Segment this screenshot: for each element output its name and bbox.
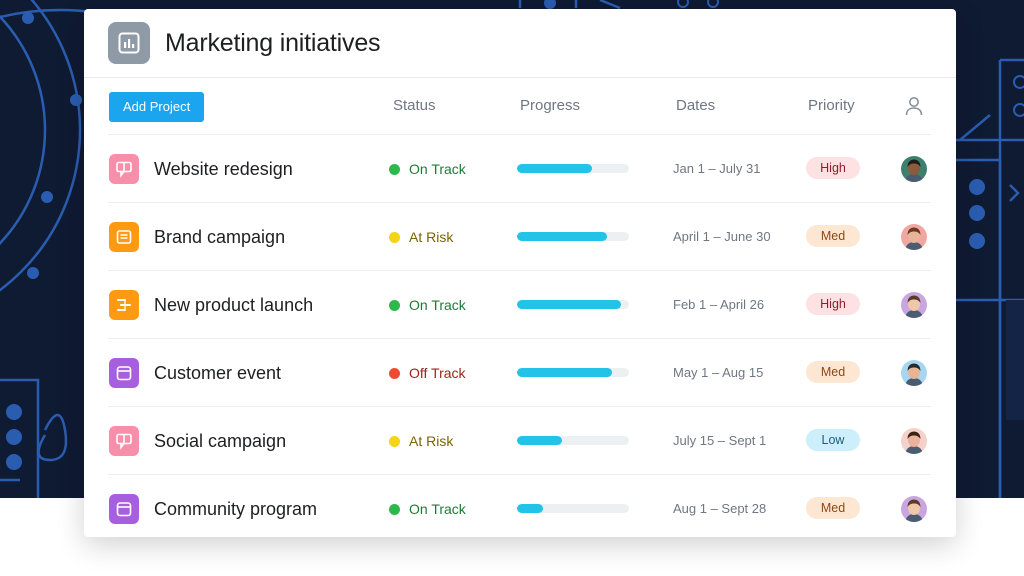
progress-fill <box>517 232 607 241</box>
status-dot <box>389 163 400 175</box>
avatar[interactable] <box>901 428 927 454</box>
progress-bar <box>517 232 629 241</box>
status-indicator[interactable]: At Risk <box>389 433 453 449</box>
table-row[interactable]: Social campaign At Risk July 15 – Sept 1… <box>108 407 931 475</box>
feedback-icon <box>109 154 139 184</box>
progress-bar <box>517 504 629 513</box>
project-card: Marketing initiatives Add Project Status… <box>84 9 956 537</box>
status-label: At Risk <box>409 433 454 449</box>
table-row[interactable]: Website redesign On Track Jan 1 – July 3… <box>108 135 931 203</box>
status-dot <box>389 503 400 515</box>
status-label: Off Track <box>409 365 466 381</box>
progress-fill <box>517 368 613 377</box>
progress-fill <box>517 164 593 173</box>
date-range[interactable]: May 1 – Aug 15 <box>673 365 763 380</box>
priority-badge[interactable]: High <box>806 293 860 315</box>
project-name[interactable]: Brand campaign <box>154 227 285 248</box>
status-dot <box>389 299 400 311</box>
avatar[interactable] <box>901 292 927 318</box>
table-header: Add Project Status Progress Dates Priori… <box>108 78 931 135</box>
table-row[interactable]: New product launch On Track Feb 1 – Apri… <box>108 271 931 339</box>
status-dot <box>389 435 400 447</box>
column-status[interactable]: Status <box>393 97 436 114</box>
person-icon[interactable] <box>905 96 923 120</box>
progress-bar <box>517 164 629 173</box>
status-dot <box>389 231 400 243</box>
priority-badge[interactable]: High <box>806 157 860 179</box>
card-header: Marketing initiatives <box>84 9 956 78</box>
date-range[interactable]: Jan 1 – July 31 <box>673 161 760 176</box>
date-range[interactable]: Aug 1 – Sept 28 <box>673 501 766 516</box>
project-table: Add Project Status Progress Dates Priori… <box>108 78 931 542</box>
table-row[interactable]: Brand campaign At Risk April 1 – June 30… <box>108 203 931 271</box>
status-indicator[interactable]: At Risk <box>389 229 453 245</box>
avatar[interactable] <box>901 496 927 522</box>
status-label: At Risk <box>409 229 454 245</box>
column-dates[interactable]: Dates <box>676 97 715 114</box>
progress-fill <box>517 436 562 445</box>
feedback-icon <box>109 426 139 456</box>
column-priority[interactable]: Priority <box>808 97 855 114</box>
date-range[interactable]: July 15 – Sept 1 <box>673 433 766 448</box>
progress-bar <box>517 300 629 309</box>
calendar-icon <box>109 358 139 388</box>
avatar[interactable] <box>901 156 927 182</box>
progress-bar <box>517 368 629 377</box>
avatar[interactable] <box>901 360 927 386</box>
column-progress[interactable]: Progress <box>520 97 580 114</box>
date-range[interactable]: April 1 – June 30 <box>673 229 771 244</box>
project-name[interactable]: Social campaign <box>154 431 286 452</box>
chart-icon <box>108 22 150 64</box>
status-label: On Track <box>409 161 466 177</box>
project-name[interactable]: New product launch <box>154 295 313 316</box>
avatar[interactable] <box>901 224 927 250</box>
calendar-icon <box>109 494 139 524</box>
progress-fill <box>517 300 622 309</box>
table-row[interactable]: Community program On Track Aug 1 – Sept … <box>108 475 931 542</box>
document-icon <box>109 222 139 252</box>
status-indicator[interactable]: On Track <box>389 501 466 517</box>
status-indicator[interactable]: On Track <box>389 161 466 177</box>
status-dot <box>389 367 400 379</box>
roadmap-icon <box>109 290 139 320</box>
project-name[interactable]: Community program <box>154 499 317 520</box>
status-indicator[interactable]: On Track <box>389 297 466 313</box>
project-name[interactable]: Website redesign <box>154 159 293 180</box>
date-range[interactable]: Feb 1 – April 26 <box>673 297 764 312</box>
priority-badge[interactable]: Med <box>806 497 860 519</box>
status-label: On Track <box>409 297 466 313</box>
priority-badge[interactable]: Med <box>806 361 860 383</box>
priority-badge[interactable]: Low <box>806 429 860 451</box>
status-indicator[interactable]: Off Track <box>389 365 466 381</box>
page-title: Marketing initiatives <box>165 28 381 57</box>
progress-fill <box>517 504 543 513</box>
project-name[interactable]: Customer event <box>154 363 281 384</box>
progress-bar <box>517 436 629 445</box>
table-row[interactable]: Customer event Off Track May 1 – Aug 15 … <box>108 339 931 407</box>
status-label: On Track <box>409 501 466 517</box>
priority-badge[interactable]: Med <box>806 225 860 247</box>
add-project-button[interactable]: Add Project <box>109 92 205 122</box>
